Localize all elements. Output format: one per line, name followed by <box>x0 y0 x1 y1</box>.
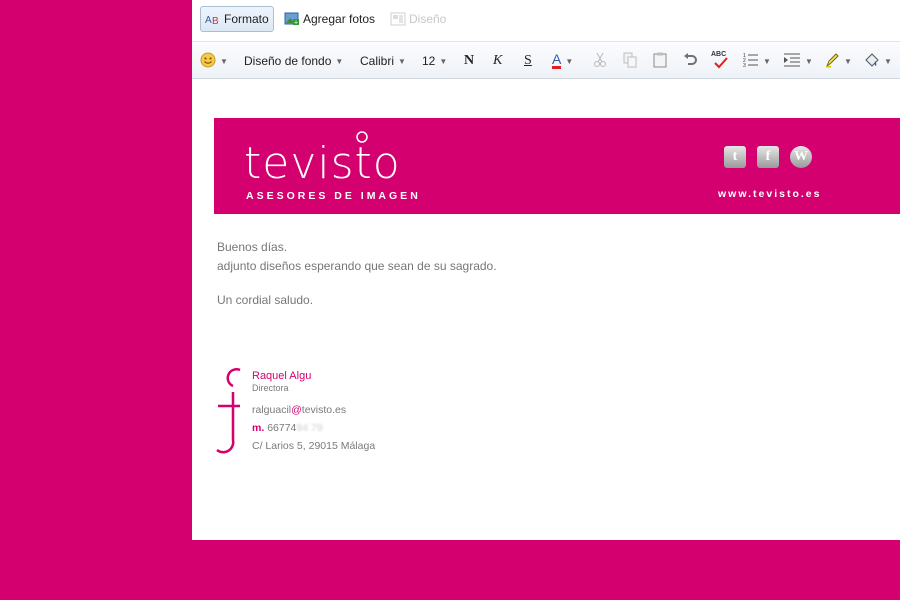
undo-icon <box>683 52 697 71</box>
chevron-down-icon: ▼ <box>335 56 344 66</box>
svg-text:3: 3 <box>743 63 746 68</box>
chevron-down-icon: ▼ <box>398 56 406 66</box>
email-domain: tevisto.es <box>301 404 347 416</box>
scissors-icon <box>593 52 607 71</box>
undo-button[interactable] <box>683 52 697 70</box>
chevron-down-icon: ▼ <box>565 56 574 66</box>
format-button[interactable]: AB Formato <box>200 6 274 32</box>
highlight-dropdown[interactable]: ▼ <box>824 52 852 70</box>
indent-icon <box>783 52 801 71</box>
design-label: Diseño <box>409 12 447 26</box>
font-name-value: Calibri <box>360 54 395 68</box>
svg-text:A: A <box>205 15 212 26</box>
highlighter-icon <box>824 52 840 71</box>
emoji-dropdown[interactable]: ▼ <box>200 52 228 70</box>
twitter-icon[interactable]: t <box>724 146 746 168</box>
underline-button[interactable]: S <box>524 52 532 70</box>
chevron-down-icon: ▼ <box>763 56 771 66</box>
font-size-value: 12 <box>422 54 436 68</box>
signature-phone: m. 6677494 79 <box>252 422 323 434</box>
design-icon <box>390 12 406 26</box>
numbered-list-icon: 123 <box>743 52 759 71</box>
spellcheck-button[interactable]: ABC <box>711 51 729 70</box>
font-color-icon: A <box>552 51 562 69</box>
chevron-down-icon: ▼ <box>844 56 852 66</box>
greeting-text: Buenos días. <box>217 240 288 254</box>
chevron-down-icon: ▼ <box>884 56 892 66</box>
chevron-down-icon: ▼ <box>220 56 228 66</box>
font-color-dropdown[interactable]: A ▼ <box>552 52 573 70</box>
brand-name: tevisto <box>244 138 401 189</box>
paste-button[interactable] <box>653 52 667 70</box>
wordpress-icon[interactable]: W <box>790 146 812 168</box>
smiley-icon <box>200 52 216 71</box>
brand-subtitle: ASESORES DE IMAGEN <box>246 190 421 202</box>
background-design-dropdown[interactable]: Diseño de fondo ▼ <box>244 52 343 70</box>
email-user: ralguacil <box>252 404 292 416</box>
chevron-down-icon: ▼ <box>805 56 813 66</box>
phone-number-blurred: 94 79 <box>296 422 323 434</box>
format-icon: AB <box>205 12 221 27</box>
paint-bucket-icon <box>864 52 880 71</box>
email-editor-window: AB Formato + Agregar fotos Diseño ▼ Dise… <box>192 0 900 540</box>
logo-ring-icon <box>356 131 368 143</box>
design-button[interactable]: Diseño <box>386 6 450 32</box>
chevron-down-icon: ▼ <box>439 56 448 66</box>
svg-text:+: + <box>294 20 298 27</box>
format-label: Formato <box>224 12 269 26</box>
clipboard-icon <box>653 52 667 71</box>
signature-name: Raquel Algu <box>252 370 312 382</box>
facebook-icon[interactable]: f <box>757 146 779 168</box>
font-name-dropdown[interactable]: Calibri ▼ <box>360 52 406 70</box>
background-design-label: Diseño de fondo <box>244 54 332 68</box>
italic-button[interactable]: K <box>493 52 502 70</box>
closing-text: Un cordial saludo. <box>217 293 314 307</box>
brand-logo: tevisto <box>244 142 401 186</box>
italic-label: K <box>493 53 503 68</box>
phone-number: 66774 <box>267 422 297 434</box>
list-dropdown[interactable]: 123 ▼ <box>743 52 771 70</box>
signature-title: Directora <box>252 383 289 393</box>
phone-prefix: m. <box>252 422 265 434</box>
signature-monogram <box>216 368 241 454</box>
copy-icon <box>623 52 637 71</box>
font-size-dropdown[interactable]: 12 ▼ <box>422 52 447 70</box>
signature-email[interactable]: ralguacil@tevisto.es <box>252 404 346 416</box>
cut-button[interactable] <box>593 52 607 70</box>
underline-label: S <box>524 53 532 68</box>
add-photos-button[interactable]: + Agregar fotos <box>280 6 379 32</box>
format-toolbar: ▼ Diseño de fondo ▼ Calibri ▼ 12 ▼ N K S… <box>192 41 900 79</box>
bold-label: N <box>464 53 475 68</box>
spellcheck-icon: ABC <box>711 51 729 69</box>
indent-dropdown[interactable]: ▼ <box>783 52 813 70</box>
message-line: adjunto diseños esperando que sean de su… <box>217 259 497 273</box>
email-at: @ <box>291 404 302 416</box>
svg-text:B: B <box>212 16 219 26</box>
add-photo-icon: + <box>284 12 300 27</box>
bold-button[interactable]: N <box>464 52 474 70</box>
fill-color-dropdown[interactable]: ▼ <box>864 52 892 70</box>
top-toolbar: AB Formato + Agregar fotos Diseño <box>192 0 900 40</box>
copy-button[interactable] <box>623 52 637 70</box>
add-photos-label: Agregar fotos <box>303 12 376 26</box>
email-banner: tevisto ASESORES DE IMAGEN t f W www.tev… <box>214 118 900 214</box>
website-link[interactable]: www.tevisto.es <box>718 188 821 200</box>
signature-address: C/ Larios 5, 29015 Málaga <box>252 440 376 452</box>
